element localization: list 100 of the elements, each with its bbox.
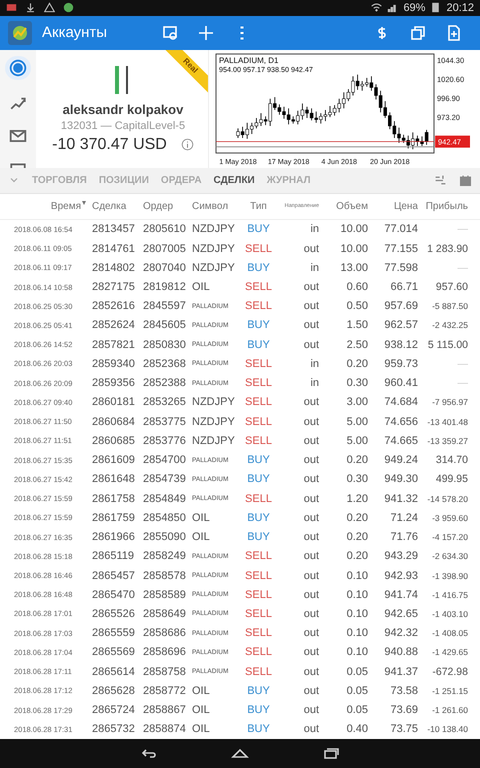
direction-cell-text: out <box>302 684 319 697</box>
direction-cell-text: out <box>302 242 319 255</box>
price-cell-text: 77.598 <box>383 262 418 274</box>
direction-cell-text: out <box>302 492 319 505</box>
deal-cell-text: 2865724 <box>92 704 136 716</box>
deal-cell-text: 2861758 <box>92 492 136 505</box>
symbol-cell-text: OIL <box>192 531 211 544</box>
volume-cell-text: 0.40 <box>346 723 368 736</box>
deal-cell-text: 2860685 <box>92 434 136 447</box>
type-cell: SELL <box>245 588 272 601</box>
deal-cell-text: 2860181 <box>92 396 136 408</box>
column-header[interactable]: Тип <box>245 200 272 212</box>
volume-cell-text: 0.05 <box>346 704 368 716</box>
type-cell: SELL <box>245 377 272 390</box>
candle-wick <box>316 111 317 124</box>
deal-cell-text: 2814802 <box>92 262 136 274</box>
deal-cell-text: 2865559 <box>92 627 136 640</box>
price-cell-text: 941.37 <box>383 666 418 678</box>
deal-cell-text: 2861609 <box>92 454 136 466</box>
candle-wick <box>302 102 303 120</box>
type-cell: SELL <box>245 281 272 293</box>
column-header[interactable]: Объем <box>319 200 368 212</box>
candle-wick <box>297 110 298 125</box>
direction-cell-text: out <box>302 319 319 332</box>
column-header[interactable]: Время <box>14 200 92 212</box>
order-cell-text: 2854739 <box>143 473 187 486</box>
candle-wick <box>325 109 326 122</box>
profit-cell-text: 499.95 <box>434 473 468 486</box>
profit-cell-text: -4 157.20 <box>431 532 468 542</box>
profit-cell-text: -1 251.15 <box>431 686 468 696</box>
deal-cell-text: 2865614 <box>92 666 136 678</box>
price-cell-text: 942.32 <box>383 627 418 640</box>
candle-wick <box>352 76 354 96</box>
direction-cell-text: in <box>309 262 319 274</box>
price-cell-text: 949.30 <box>383 473 418 486</box>
direction-cell-text: out <box>302 281 319 293</box>
profit-cell-text: -10 138.40 <box>426 724 468 734</box>
side-nav-item[interactable] <box>5 56 31 80</box>
profit-cell-text: — <box>456 223 468 236</box>
candle-wick <box>311 108 312 121</box>
deal-cell-text: 2861966 <box>92 531 136 544</box>
battery-icon <box>430 2 442 14</box>
direction-cell-text: in <box>309 377 319 390</box>
deal-cell-text: 2852624 <box>92 319 136 332</box>
direction-cell-text: out <box>302 588 319 601</box>
order-cell-text: 2855090 <box>143 531 187 544</box>
price-cell-text: 73.58 <box>389 684 418 697</box>
type-cell: SELL <box>245 608 272 620</box>
order-cell-text: 2854849 <box>143 492 187 505</box>
column-header[interactable]: Цена <box>368 200 418 212</box>
deal-cell-text: 2865457 <box>92 570 136 582</box>
order-cell-text: 2858249 <box>143 550 187 562</box>
candle-wick <box>256 117 257 129</box>
tab[interactable]: СДЕЛКИ <box>214 174 255 186</box>
profit-cell-text: -1 408.05 <box>431 628 468 638</box>
volume-cell-text: 0.20 <box>346 454 368 466</box>
volume-cell-text: 13.00 <box>339 262 368 274</box>
direction-cell-text: out <box>302 338 319 351</box>
column-header[interactable]: Прибыль <box>418 200 468 212</box>
volume-cell-text: 10.00 <box>339 242 368 255</box>
type-cell-text: BUY <box>246 704 271 716</box>
order-cell-text: 2805610 <box>143 223 187 236</box>
profit-cell-text: -7 956.97 <box>431 397 468 408</box>
deal-cell-text: 2865569 <box>92 646 136 658</box>
column-header[interactable]: Сделка <box>92 200 143 212</box>
type-cell-text: BUY <box>246 723 271 736</box>
price-cell-text: 957.69 <box>383 300 418 312</box>
account-icon <box>9 58 27 77</box>
profit-cell-text: — <box>456 377 468 390</box>
deal-cell-text: 2865470 <box>92 588 136 601</box>
clock: 20:12 <box>446 2 474 14</box>
plus-icon <box>198 24 214 41</box>
type-cell-text: BUY <box>246 319 271 332</box>
price-cell-text: 962.57 <box>383 319 418 332</box>
column-header[interactable]: Символ <box>192 200 245 212</box>
order-cell-text: 2854850 <box>143 512 187 524</box>
order-cell-text: 2845605 <box>143 319 187 332</box>
deal-cell-text: 2813457 <box>92 223 136 236</box>
column-header[interactable]: Ордер <box>143 200 192 212</box>
order-cell-text: 2819812 <box>143 281 187 293</box>
candle-wick <box>338 98 340 113</box>
volume-cell-text: 1.50 <box>346 319 368 332</box>
profit-cell-text: -13 401.48 <box>426 416 468 427</box>
deal-cell-text: 2865628 <box>92 684 136 697</box>
price-cell-text: 959.73 <box>383 358 418 370</box>
price-cell-text: 77.014 <box>383 223 418 236</box>
volume-cell-text: 0.20 <box>346 531 368 544</box>
app-title: Аккаунты <box>42 24 108 42</box>
price-cell-text: 942.93 <box>383 570 418 582</box>
profit-cell-text: — <box>456 358 468 370</box>
candle-wick <box>417 135 418 146</box>
order-cell-text: 2852388 <box>143 377 187 390</box>
volume-cell-text: 2.50 <box>346 338 368 351</box>
direction-cell-text: out <box>302 416 319 428</box>
price-cell-text: 940.88 <box>383 646 418 658</box>
direction-cell-text: out <box>302 704 319 716</box>
price-cell-text: 960.41 <box>383 377 418 390</box>
order-cell-text: 2858649 <box>143 608 187 620</box>
profit-cell-text: 5 115.00 <box>426 338 468 351</box>
price-cell-text: 74.665 <box>383 434 418 447</box>
